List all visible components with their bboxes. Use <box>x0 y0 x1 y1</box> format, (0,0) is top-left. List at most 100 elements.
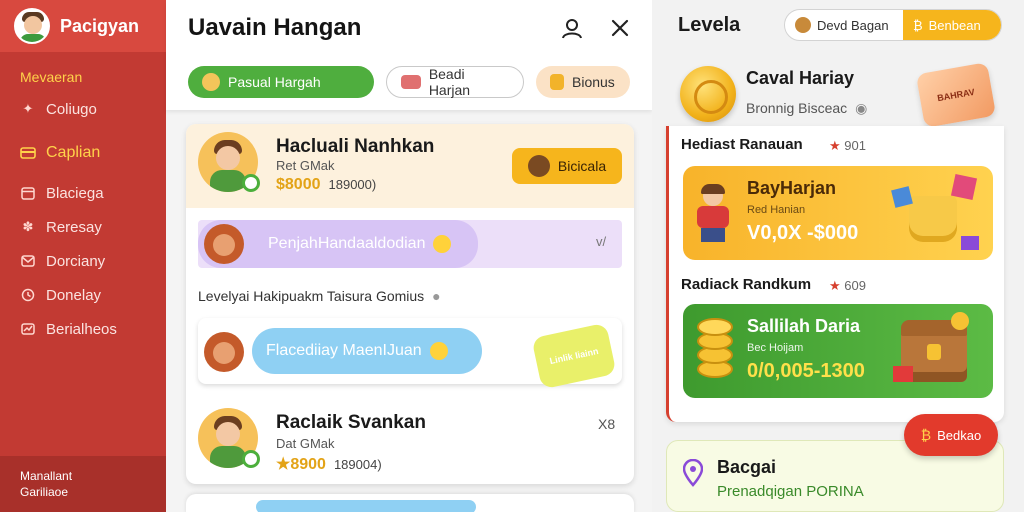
promo-title: Sallilah Daria <box>747 316 861 336</box>
view-toggle[interactable]: Devd Bagan ₿ Benbean <box>784 9 1002 41</box>
pill-flacediiay[interactable]: Flacediiay MaenIJuan <box>252 328 482 374</box>
close-button[interactable] <box>606 14 634 42</box>
coin-icon <box>795 17 811 33</box>
sidebar-item-blaciega[interactable]: Blaciega <box>0 176 166 210</box>
toggle-option-devd[interactable]: Devd Bagan <box>785 10 903 40</box>
panel-title: Levela <box>678 14 741 36</box>
tab-label: Beadi Harjan <box>428 66 471 98</box>
section-meta: ★ 901 <box>829 138 866 153</box>
coin-icon <box>680 66 736 122</box>
tab-bionus[interactable]: Bionus <box>536 66 630 98</box>
section-title: Hediast Ranauan <box>681 136 803 153</box>
card-icon <box>20 145 36 161</box>
info-subtitle: Prenadqigan PORINA <box>717 483 864 500</box>
chart-icon <box>20 321 36 337</box>
section-title: Radiack Randkum <box>681 276 812 293</box>
footer-line1: Manallant <box>20 469 73 483</box>
toggle-option-benbean[interactable]: ₿ Benbean <box>903 10 1001 40</box>
coins-stack-icon <box>693 318 737 384</box>
coin-icon: ₿ <box>920 427 932 443</box>
coin-icon <box>951 312 969 330</box>
bird-icon: ✦ <box>22 101 34 116</box>
app-title: Pacigyan <box>60 15 140 36</box>
sidebar-item-label: Reresay <box>46 218 102 236</box>
pill-label: Flacediiay MaenIJuan <box>266 342 422 359</box>
shield-icon <box>20 287 36 303</box>
float-button-label: Bedkao <box>937 427 982 443</box>
kid-icon <box>693 184 733 244</box>
section-meta: ★ 609 <box>829 278 866 293</box>
info-icon: ● <box>432 288 441 304</box>
player-subtitle: Dat GMak <box>276 436 335 451</box>
sidebar-item-label: Coliugo <box>46 100 97 118</box>
player-amounts: $8000 189000) <box>276 176 376 194</box>
sidebar-footer[interactable]: Manallant Gariliaoe <box>0 456 166 512</box>
calendar-icon <box>20 185 36 201</box>
smile-icon <box>429 342 448 360</box>
bucket-icon <box>909 196 957 242</box>
player-amounts: ★8900 189004) <box>276 454 382 474</box>
tab-label: Pasual Hargah <box>228 74 321 90</box>
sidebar-item-label: Dorciany <box>46 252 106 270</box>
player-name: Raclaik Svankan <box>276 412 426 433</box>
player-card[interactable]: Hacluali Nanhkan Ret GMak $8000 189000) … <box>186 124 634 484</box>
promo-value: 0/0,005-1300 <box>747 360 865 382</box>
tab-beadi-harjan[interactable]: Beadi Harjan <box>386 66 524 98</box>
user-button[interactable] <box>558 14 586 42</box>
sidebar-item-donelay[interactable]: Donelay <box>0 278 166 312</box>
gift-icon <box>893 366 913 382</box>
online-status-icon <box>242 450 260 468</box>
toggle-label: Benbean <box>928 17 981 33</box>
sidebar-menu: Mevaeran ✦ Coliugo Caplian Blaciega ✽ Re… <box>0 52 166 346</box>
avatar[interactable] <box>14 8 50 44</box>
promo-card-bayharjan[interactable]: BayHarjan Red Hanian V0,0X -$000 <box>683 166 993 260</box>
sidebar-item-label: Caplian <box>46 144 101 161</box>
tag-label: Linlik Iiainn <box>548 345 600 367</box>
rewards-panel: Levela Devd Bagan ₿ Benbean Caval Hariay… <box>652 0 1024 512</box>
gift-icon <box>950 173 978 201</box>
sidebar-item-reresay[interactable]: ✽ Reresay <box>0 210 166 244</box>
floating-action-button[interactable]: ₿ Bedkao <box>904 414 998 456</box>
main-panel: Uavain Hangan Pasual Hargah Beadi Harjan… <box>166 0 652 512</box>
reward-title: Caval Hariay <box>746 68 855 88</box>
reward-subtitle: Bronnig Bisceac ◉ <box>746 100 868 116</box>
info-icon: ◉ <box>855 100 868 116</box>
rewards-card: Hediast Ranauan ★ 901 BayHarjan Red Hani… <box>666 126 1004 422</box>
info-title: Bacgai <box>717 457 777 477</box>
promo-subtitle: Bec Hoijam <box>747 342 804 354</box>
promo-card-sallilah[interactable]: Sallilah Daria Bec Hoijam 0/0,005-1300 <box>683 304 993 398</box>
sidebar-item-berialheos[interactable]: Berialheos <box>0 312 166 346</box>
player-subtitle: Ret GMak <box>276 158 335 173</box>
sidebar: Pacigyan Mevaeran ✦ Coliugo Caplian Blac… <box>0 0 166 512</box>
next-card-peek <box>186 494 634 512</box>
tab-label: Bionus <box>572 74 615 90</box>
mail-icon <box>20 253 36 269</box>
tab-bar: Pasual Hargah Beadi Harjan Bionus <box>188 66 630 98</box>
ticket-icon: BAHRAV <box>915 62 997 128</box>
sidebar-item-dorciany[interactable]: Dorciany <box>0 244 166 278</box>
face-icon <box>527 155 550 177</box>
sidebar-header: Pacigyan <box>0 0 166 52</box>
player-action-button[interactable]: Bicicala <box>512 148 622 184</box>
footer-line2: Gariliaoe <box>20 485 69 499</box>
pill-label: PenjahHandaaldodian <box>268 235 426 252</box>
toggle-label: Devd Bagan <box>817 17 889 33</box>
avatar <box>204 224 244 264</box>
expand-chevron-icon[interactable]: v/ <box>596 234 606 249</box>
promo-title: BayHarjan <box>747 178 837 198</box>
sidebar-item-label: Donelay <box>46 286 102 304</box>
gift-icon <box>961 236 979 250</box>
promo-value: V0,0X -$000 <box>747 222 859 244</box>
user-icon <box>562 19 582 39</box>
sidebar-item-caplian[interactable]: Caplian <box>0 136 166 170</box>
online-status-icon <box>242 174 260 192</box>
avatar <box>204 332 244 372</box>
close-icon <box>611 19 629 37</box>
star-icon: ✽ <box>22 219 34 234</box>
tab-pasual-hargah[interactable]: Pasual Hargah <box>188 66 374 98</box>
sidebar-item-label: Berialheos <box>46 320 117 338</box>
sidebar-item-coliugo[interactable]: ✦ Coliugo <box>0 92 166 126</box>
promo-subtitle: Red Hanian <box>747 204 806 216</box>
page-title: Uavain Hangan <box>188 14 362 41</box>
gift-icon <box>401 75 421 89</box>
